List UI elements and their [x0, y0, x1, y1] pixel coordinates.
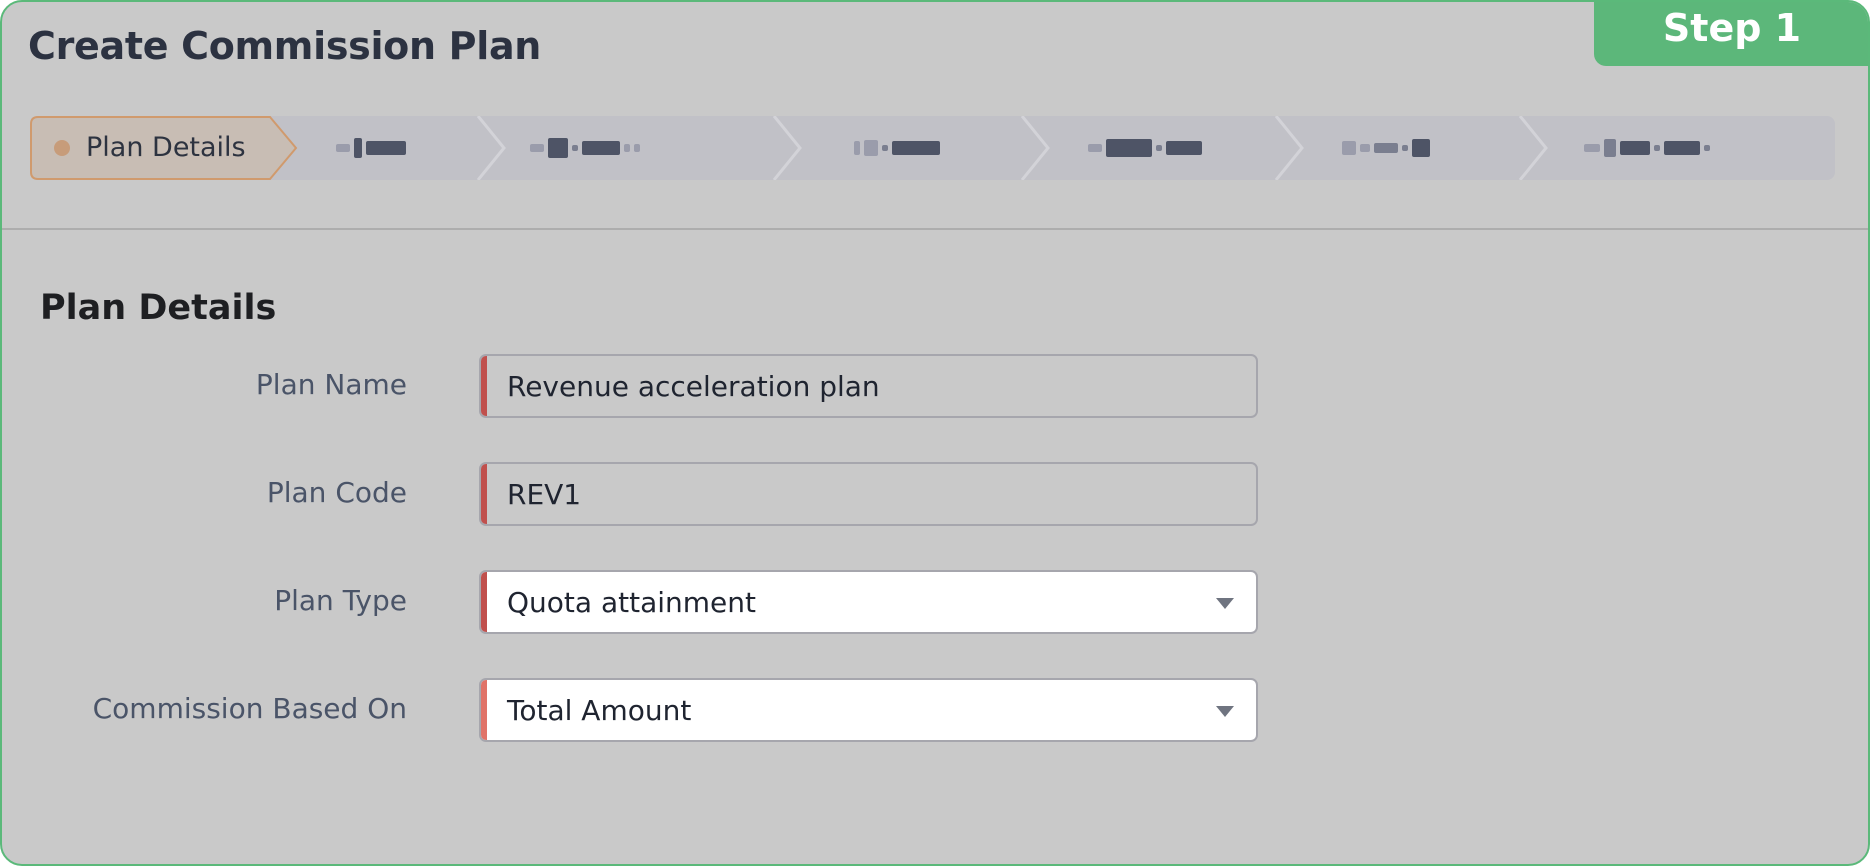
step-label-redacted [854, 136, 940, 160]
plan-name-label: Plan Name [255, 368, 407, 401]
plan-name-value: Revenue acceleration plan [507, 370, 880, 403]
header-divider [2, 228, 1868, 230]
step-4[interactable] [798, 116, 1038, 180]
step-badge: Step 1 [1594, 2, 1868, 66]
plan-type-select[interactable]: Quota attainment [479, 570, 1258, 634]
step-label-redacted [1342, 136, 1430, 160]
plan-code-input[interactable]: REV1 [479, 462, 1258, 526]
plan-code-label: Plan Code [266, 476, 407, 509]
commission-based-on-label: Commission Based On [92, 692, 407, 725]
step-label-redacted [336, 136, 406, 160]
plan-type-value: Quota attainment [507, 586, 756, 619]
step-label-redacted [530, 136, 640, 160]
plan-stepper: Plan Details [30, 116, 1835, 180]
step-6[interactable] [1300, 116, 1530, 180]
commission-plan-card: Step 1 Create Commission Plan Plan Detai… [0, 0, 1870, 866]
commission-based-on-value: Total Amount [507, 694, 692, 727]
step-7[interactable] [1542, 116, 1832, 180]
commission-based-on-select[interactable]: Total Amount [479, 678, 1258, 742]
chevron-down-icon[interactable] [1216, 706, 1234, 717]
section-title: Plan Details [40, 288, 277, 328]
step-5[interactable] [1046, 116, 1286, 180]
step-label-redacted [1584, 136, 1710, 160]
plan-code-value: REV1 [507, 478, 582, 511]
step-3[interactable] [500, 116, 780, 180]
plan-type-label: Plan Type [274, 584, 407, 617]
step-2[interactable] [300, 116, 490, 180]
step-label-redacted [1088, 136, 1202, 160]
page-title: Create Commission Plan [28, 24, 542, 68]
plan-name-input[interactable]: Revenue acceleration plan [479, 354, 1258, 418]
chevron-down-icon[interactable] [1216, 598, 1234, 609]
